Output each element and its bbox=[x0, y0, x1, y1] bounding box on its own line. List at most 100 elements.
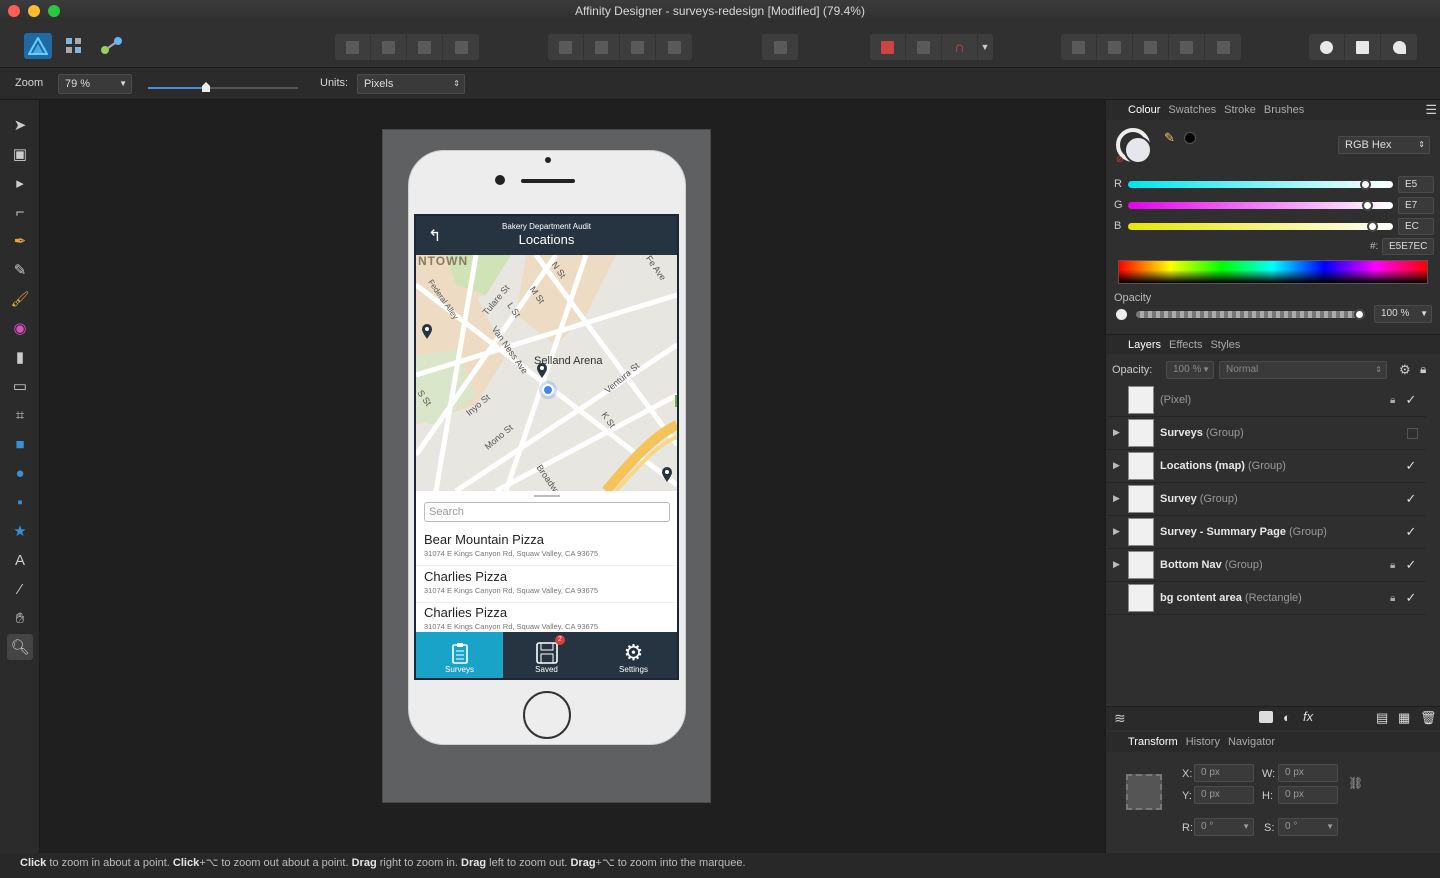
search-input[interactable]: Search bbox=[424, 502, 670, 522]
ellipse-tool-button[interactable]: ● bbox=[7, 460, 33, 486]
slider-knob[interactable] bbox=[1367, 221, 1379, 232]
brush-tool-button[interactable]: 🖌︎ bbox=[7, 286, 33, 312]
fill-stroke-well[interactable]: ⊘ bbox=[1116, 128, 1154, 166]
channel-g-field[interactable]: E7 bbox=[1398, 197, 1434, 214]
rectangle-tool-button[interactable]: ■ bbox=[7, 431, 33, 457]
map-pin-icon[interactable] bbox=[421, 324, 433, 340]
x-field[interactable]: 0 px bbox=[1194, 764, 1254, 782]
corner-tool-button[interactable]: ⌐ bbox=[7, 199, 33, 225]
tab-colour[interactable]: Colour bbox=[1128, 104, 1160, 116]
minimize-window-button[interactable] bbox=[28, 5, 40, 17]
close-window-button[interactable] bbox=[8, 5, 20, 17]
snapping-button[interactable]: ∩ bbox=[942, 34, 978, 60]
visibility-checkbox[interactable]: ✓ bbox=[1404, 392, 1418, 408]
artboard-tool-button[interactable]: ▣ bbox=[7, 141, 33, 167]
insert-behind-button[interactable] bbox=[1309, 34, 1345, 60]
visibility-checkbox[interactable]: ✓ bbox=[1404, 590, 1418, 606]
place-image-button[interactable]: ▭ bbox=[7, 373, 33, 399]
pixel-persona-button[interactable] bbox=[64, 36, 84, 56]
y-field[interactable]: 0 px bbox=[1194, 786, 1254, 804]
list-item[interactable]: Charlies Pizza 31074 E Kings Canyon Rd, … bbox=[416, 566, 677, 603]
shear-field[interactable]: 0 ° ▼ bbox=[1278, 818, 1338, 836]
visibility-checkbox[interactable]: ✓ bbox=[1404, 491, 1418, 507]
tab-swatches[interactable]: Swatches bbox=[1168, 104, 1216, 116]
zoom-slider[interactable] bbox=[148, 78, 298, 92]
align-button[interactable] bbox=[762, 34, 798, 60]
layer-opacity-field[interactable]: 100 % ▼ bbox=[1166, 361, 1214, 379]
expand-triangle-icon[interactable]: ▶ bbox=[1113, 526, 1120, 537]
no-fill-icon[interactable]: ⊘ bbox=[1116, 154, 1124, 165]
colour-spectrum[interactable] bbox=[1118, 260, 1428, 284]
tab-effects[interactable]: Effects bbox=[1169, 339, 1202, 351]
snapping-options-dropdown[interactable]: ▼ bbox=[978, 34, 992, 60]
layer-row[interactable]: ▶ Surveys (Group) bbox=[1106, 417, 1426, 450]
tab-stroke[interactable]: Stroke bbox=[1224, 104, 1256, 116]
fill-tool-button[interactable]: ◉ bbox=[7, 315, 33, 341]
hand-tool-button[interactable]: ✋︎ bbox=[7, 605, 33, 631]
move-tool-button[interactable]: ➤ bbox=[7, 112, 33, 138]
zoom-tool-button[interactable]: 🔍︎ bbox=[7, 634, 33, 660]
add-button[interactable] bbox=[1061, 34, 1097, 60]
anchor-selector[interactable] bbox=[1126, 774, 1162, 810]
colour-picker-button[interactable]: ⁄ bbox=[7, 576, 33, 602]
xor-button[interactable] bbox=[1169, 34, 1205, 60]
layer-row[interactable]: ▶ Bottom Nav (Group) 🔒︎ ✓ bbox=[1106, 549, 1426, 582]
map-view[interactable]: NTOWN Tulare St Federal Alley Van Ness A… bbox=[416, 255, 677, 491]
pen-tool-button[interactable]: ✒ bbox=[7, 228, 33, 254]
rounded-rect-tool-button[interactable]: ▪ bbox=[7, 489, 33, 515]
gear-icon[interactable]: ⚙ bbox=[1399, 362, 1411, 378]
group-layer-icon[interactable]: ▦ bbox=[1398, 710, 1410, 726]
expand-triangle-icon[interactable]: ▶ bbox=[1113, 427, 1120, 438]
w-field[interactable]: 0 px bbox=[1278, 764, 1338, 782]
flip-horizontal-button[interactable] bbox=[548, 34, 584, 60]
blend-mode-select[interactable]: Normal ⇕ bbox=[1219, 361, 1387, 379]
transparency-tool-button[interactable]: ▮ bbox=[7, 344, 33, 370]
visibility-checkbox[interactable]: ✓ bbox=[1404, 557, 1418, 573]
layer-row[interactable]: ▶ Survey - Summary Page (Group) ✓ bbox=[1106, 516, 1426, 549]
back-arrow-icon[interactable]: ↰ bbox=[428, 226, 441, 246]
rotation-field[interactable]: 0 ° ▼ bbox=[1194, 818, 1254, 836]
list-item[interactable]: Bear Mountain Pizza 31074 E Kings Canyon… bbox=[416, 529, 677, 566]
visibility-checkbox[interactable] bbox=[1407, 427, 1418, 439]
rotate-left-button[interactable] bbox=[620, 34, 656, 60]
link-icon[interactable]: ⛓ bbox=[1348, 776, 1363, 790]
drag-handle[interactable] bbox=[534, 495, 560, 497]
layer-row[interactable]: bg content area (Rectangle) 🔒︎ ✓ bbox=[1106, 582, 1426, 615]
channel-r-slider[interactable] bbox=[1128, 179, 1393, 190]
slider-knob[interactable] bbox=[1354, 309, 1365, 320]
hex-field[interactable]: E5E7EC bbox=[1382, 238, 1434, 255]
mask-icon[interactable] bbox=[1259, 711, 1273, 723]
tab-surveys[interactable]: Surveys bbox=[416, 632, 503, 678]
adjustment-icon[interactable]: ◐ bbox=[1283, 710, 1291, 725]
colour-mode-select[interactable]: RGB Hex ⇕ bbox=[1338, 136, 1430, 154]
lock-icon[interactable]: 🔒︎ bbox=[1390, 395, 1404, 406]
visibility-checkbox[interactable]: ✓ bbox=[1404, 458, 1418, 474]
zoom-window-button[interactable] bbox=[48, 5, 60, 17]
layer-row[interactable]: ▶ Locations (map) (Group) ✓ bbox=[1106, 450, 1426, 483]
layer-row[interactable]: (Pixel) 🔒︎ ✓ bbox=[1106, 384, 1426, 417]
tab-saved[interactable]: 2 Saved bbox=[503, 632, 590, 678]
tab-brushes[interactable]: Brushes bbox=[1264, 104, 1304, 116]
expand-triangle-icon[interactable]: ▶ bbox=[1113, 460, 1120, 471]
slider-knob[interactable] bbox=[1362, 200, 1374, 211]
tab-transform[interactable]: Transform bbox=[1128, 736, 1178, 748]
move-forward-button[interactable] bbox=[407, 34, 443, 60]
star-tool-button[interactable]: ★ bbox=[7, 518, 33, 544]
move-to-front-button[interactable] bbox=[443, 34, 479, 60]
subtract-button[interactable] bbox=[1097, 34, 1133, 60]
move-back-button[interactable] bbox=[371, 34, 407, 60]
units-select[interactable]: Pixels ⇕ bbox=[357, 74, 465, 94]
zoom-slider-thumb[interactable] bbox=[202, 82, 210, 92]
text-tool-button[interactable]: A bbox=[7, 547, 33, 573]
opacity-slider[interactable] bbox=[1136, 309, 1365, 320]
tab-layers[interactable]: Layers bbox=[1128, 339, 1161, 351]
layers-stack-icon[interactable]: ≋ bbox=[1114, 710, 1126, 727]
zoom-field[interactable]: 79 % ▼ bbox=[58, 74, 132, 94]
intersect-button[interactable] bbox=[1133, 34, 1169, 60]
move-to-back-button[interactable] bbox=[335, 34, 371, 60]
lock-icon[interactable]: 🔒︎ bbox=[1420, 362, 1426, 377]
divide-button[interactable] bbox=[1205, 34, 1241, 60]
lock-icon[interactable]: 🔒︎ bbox=[1390, 593, 1404, 604]
tab-history[interactable]: History bbox=[1186, 736, 1220, 748]
expand-triangle-icon[interactable]: ▶ bbox=[1113, 559, 1120, 570]
